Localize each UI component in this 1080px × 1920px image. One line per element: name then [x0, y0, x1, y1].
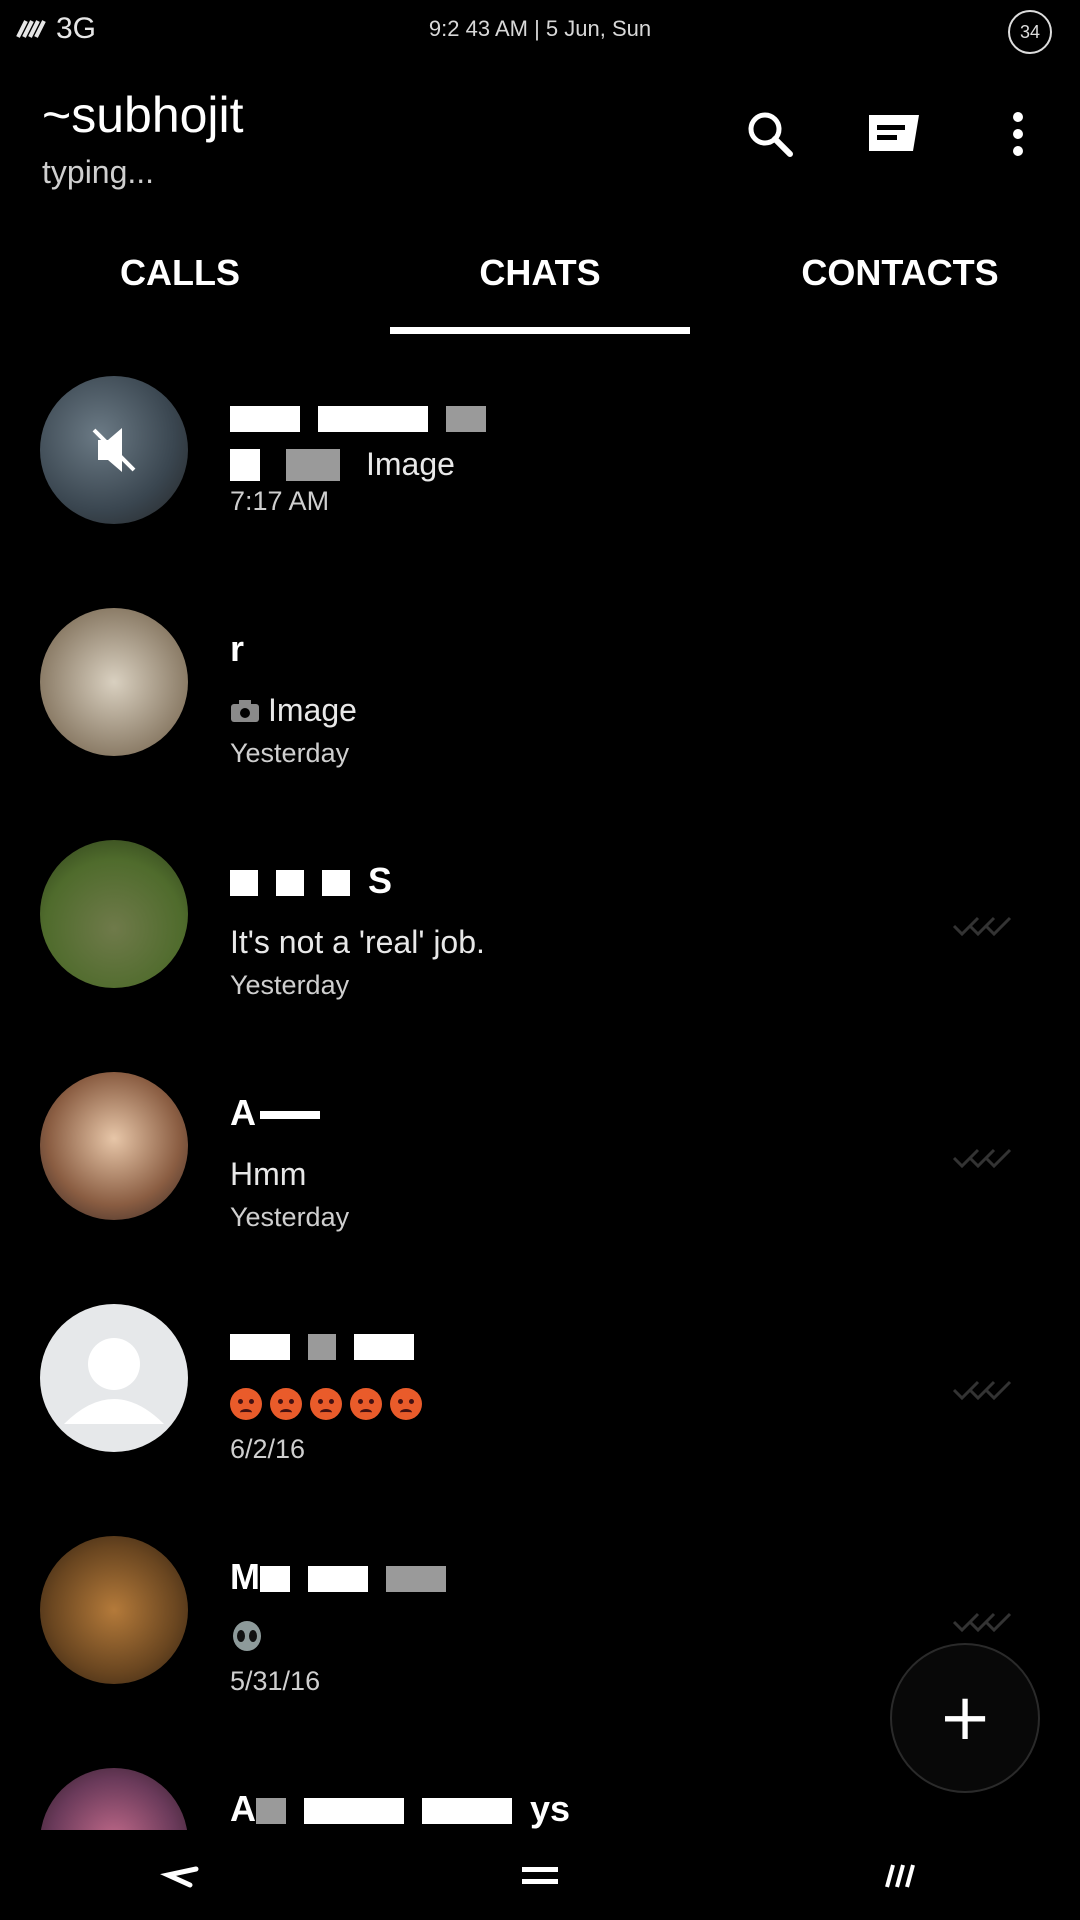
message-text: Image	[268, 692, 357, 728]
tab-contacts[interactable]: CONTACTS	[720, 230, 1080, 340]
chat-name-initial: M	[230, 1556, 260, 1597]
angry-face-icon	[230, 1388, 262, 1420]
chat-time: Yesterday	[230, 970, 350, 1000]
chat-name: A	[230, 1092, 338, 1134]
typing-status: typing...	[42, 154, 155, 190]
alien-face-icon	[233, 1621, 261, 1651]
chat-row[interactable]: 6/2/16	[0, 1288, 1080, 1520]
redacted-text	[422, 1798, 512, 1825]
redacted-text	[308, 1566, 368, 1593]
angry-face-icon	[310, 1388, 342, 1420]
plus-icon: +	[938, 1681, 992, 1755]
double-tick-icon	[952, 1380, 1012, 1401]
new-conversation-button[interactable]: +	[890, 1643, 1040, 1793]
back-button[interactable]	[135, 1846, 225, 1906]
chat-row[interactable]: S It's not a 'real' job. Yesterday	[0, 824, 1080, 1056]
system-nav-bar	[0, 1832, 1080, 1920]
double-tick-icon	[952, 1148, 1012, 1169]
redacted-text	[446, 406, 486, 433]
redacted-text	[230, 448, 260, 481]
double-tick-icon	[952, 1612, 1012, 1633]
page-title: ~subhojit	[42, 87, 244, 143]
status-time: 9:2 43 AM | 5 Jun, Sun	[428, 16, 652, 41]
redacted-text	[304, 1798, 404, 1825]
redacted-text	[230, 406, 300, 433]
redacted-text	[318, 406, 428, 433]
home-icon	[522, 1867, 558, 1884]
tab-calls[interactable]: CALLS	[0, 230, 360, 340]
avatar	[40, 1304, 188, 1452]
chat-last-message: Hmm	[230, 1156, 307, 1192]
avatar	[40, 1072, 188, 1220]
recents-button[interactable]	[855, 1846, 945, 1906]
redacted-text	[230, 870, 258, 897]
chat-last-message: It's not a 'real' job.	[230, 924, 485, 960]
tab-chats[interactable]: CHATS	[360, 230, 720, 340]
redacted-text	[260, 1111, 320, 1120]
chat-time: 7:17 AM	[230, 486, 330, 516]
chat-time: Yesterday	[230, 738, 350, 768]
redacted-text	[286, 448, 340, 481]
new-chat-icon	[869, 115, 919, 151]
redacted-text	[260, 1566, 290, 1593]
status-bar: 3G 9:2 43 AM | 5 Jun, Sun 34	[0, 0, 1080, 62]
default-avatar-icon	[64, 1338, 164, 1424]
app-bar: ~subhojit typing...	[0, 62, 1080, 212]
redacted-text	[354, 1334, 414, 1361]
home-button[interactable]	[495, 1846, 585, 1906]
redacted-text	[386, 1566, 446, 1593]
angry-face-icon	[270, 1388, 302, 1420]
chat-name: S	[230, 860, 392, 902]
angry-face-icon	[390, 1388, 422, 1420]
avatar	[40, 608, 188, 756]
chat-name-initial: A	[230, 1092, 256, 1133]
chat-last-message: Image	[230, 692, 357, 729]
avatar	[40, 1536, 188, 1684]
redacted-text	[322, 870, 350, 897]
chat-name: M	[230, 1556, 464, 1598]
chat-row[interactable]: r Image Yesterday	[0, 592, 1080, 824]
avatar	[40, 1768, 188, 1830]
redacted-text	[308, 1334, 336, 1361]
tab-bar: CALLS CHATS CONTACTS	[0, 230, 1080, 340]
message-text: Image	[366, 446, 455, 482]
chat-name	[230, 1324, 432, 1366]
search-icon	[748, 112, 793, 157]
more-options-button[interactable]	[986, 102, 1050, 166]
mute-icon	[92, 428, 136, 472]
new-chat-button[interactable]	[862, 102, 926, 166]
angry-face-icon	[350, 1388, 382, 1420]
chat-row[interactable]: Image 7:17 AM	[0, 360, 1080, 592]
chat-last-message: Image	[230, 446, 455, 483]
avatar	[40, 376, 188, 524]
chat-name: Ays	[230, 1788, 570, 1830]
back-icon	[160, 1866, 199, 1888]
chat-time: 6/2/16	[230, 1434, 306, 1464]
camera-icon	[231, 699, 259, 722]
avatar	[40, 840, 188, 988]
chat-time: Yesterday	[230, 1202, 350, 1232]
redacted-text	[230, 1334, 290, 1361]
chat-name: r	[230, 628, 245, 669]
recents-icon	[885, 1864, 915, 1888]
battery-indicator: 34	[1008, 10, 1052, 54]
redacted-text	[256, 1798, 286, 1825]
chat-name-initial: A	[230, 1788, 256, 1829]
chat-row[interactable]: A Hmm Yesterday	[0, 1056, 1080, 1288]
chat-name-initial: S	[368, 860, 393, 901]
chat-name-suffix: ys	[530, 1788, 571, 1829]
chat-last-message	[230, 1620, 264, 1654]
search-button[interactable]	[738, 102, 802, 166]
double-tick-icon	[952, 916, 1012, 937]
chat-time: 5/31/16	[230, 1666, 321, 1696]
more-vert-icon	[1013, 112, 1023, 156]
chat-last-message	[230, 1388, 422, 1420]
chat-list: Image 7:17 AM r Image Yesterday S It's n…	[0, 360, 1080, 1830]
chat-name	[230, 396, 504, 438]
redacted-text	[276, 870, 304, 897]
